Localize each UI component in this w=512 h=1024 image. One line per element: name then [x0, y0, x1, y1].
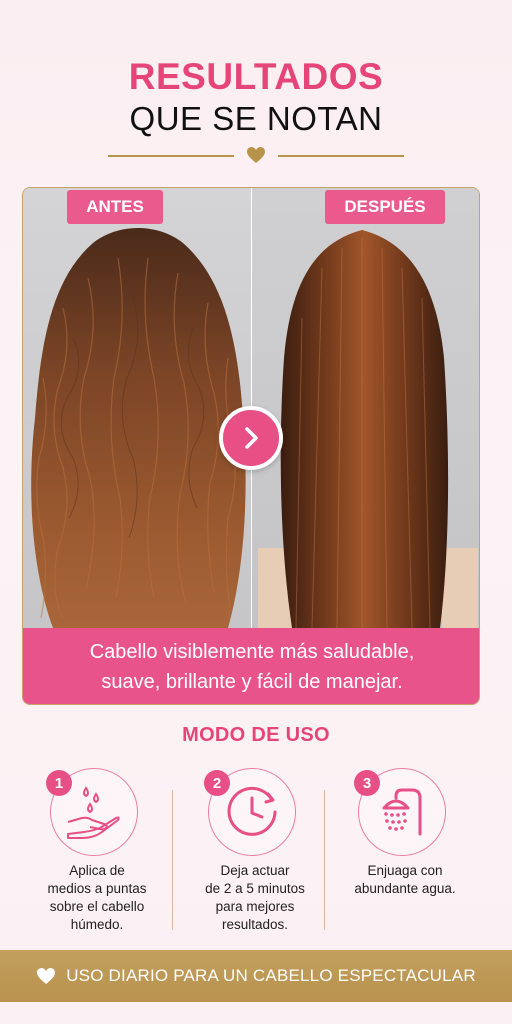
shower-icon: [382, 788, 422, 836]
step-text-line: de 2 a 5 minutos: [205, 881, 305, 896]
clock-icon: [227, 786, 277, 836]
step-separator: [172, 790, 173, 930]
step-text-line: Enjuaga con: [367, 863, 443, 878]
caption-line-1: Cabello visiblemente más saludable,: [89, 641, 415, 663]
step-text-line: medios a puntas: [47, 881, 147, 896]
usage-step-3: 3 Enjuaga con abundante agua.: [330, 764, 480, 944]
step-description: Aplica de medios a puntas sobre el cabel…: [22, 862, 172, 934]
decorative-divider: [108, 146, 404, 164]
footer-banner: USO DIARIO PARA UN CABELLO ESPECTACULAR: [0, 950, 512, 1002]
usage-step-1: 1 Aplica de medios a puntas sobre el cab…: [22, 764, 172, 944]
step-number-badge: 2: [204, 770, 230, 796]
after-label: DESPUÉS: [325, 190, 445, 224]
chevron-right-icon: [245, 427, 258, 449]
results-page: RESULTADOS QUE SE NOTAN ANTES DESPUÉS Ca…: [0, 0, 512, 1024]
step-description: Enjuaga con abundante agua.: [330, 862, 480, 898]
step-text-line: resultados.: [221, 917, 289, 932]
heart-icon: [37, 968, 56, 984]
step-text-line: para mejores: [215, 899, 295, 914]
before-after-comparison: ANTES DESPUÉS Cabello visiblemente más s…: [22, 187, 480, 705]
step-text-line: Deja actuar: [220, 863, 290, 878]
usage-section-title: MODO DE USO: [182, 724, 330, 746]
page-subtitle: QUE SE NOTAN: [129, 100, 383, 137]
before-label: ANTES: [67, 190, 163, 224]
step-text-line: húmedo.: [70, 917, 124, 932]
after-image: [252, 188, 479, 628]
usage-step-2: 2 Deja actuar de 2 a 5 minutos para mejo…: [180, 764, 330, 944]
caption-line-2: suave, brillante y fácil de manejar.: [101, 671, 403, 693]
before-image: [23, 188, 252, 628]
straight-hair-illustration: [258, 230, 478, 628]
results-caption: Cabello visiblemente más saludable, suav…: [23, 628, 479, 704]
frizzy-hair-illustration: [31, 228, 246, 628]
step-text-line: Aplica de: [69, 863, 125, 878]
step-text-line: sobre el cabello: [49, 899, 145, 914]
step-text-line: abundante agua.: [354, 881, 456, 896]
step-number-badge: 3: [354, 770, 380, 796]
heart-icon: [247, 147, 265, 163]
compare-arrow-button[interactable]: [219, 406, 283, 470]
step-description: Deja actuar de 2 a 5 minutos para mejore…: [180, 862, 330, 934]
page-title: RESULTADOS: [128, 56, 384, 97]
divider-line-left: [108, 155, 234, 157]
footer-text: USO DIARIO PARA UN CABELLO ESPECTACULAR: [66, 966, 476, 985]
step-number-badge: 1: [46, 770, 72, 796]
hand-drops-icon: [67, 786, 120, 839]
step-separator: [324, 790, 325, 930]
divider-line-right: [278, 155, 404, 157]
